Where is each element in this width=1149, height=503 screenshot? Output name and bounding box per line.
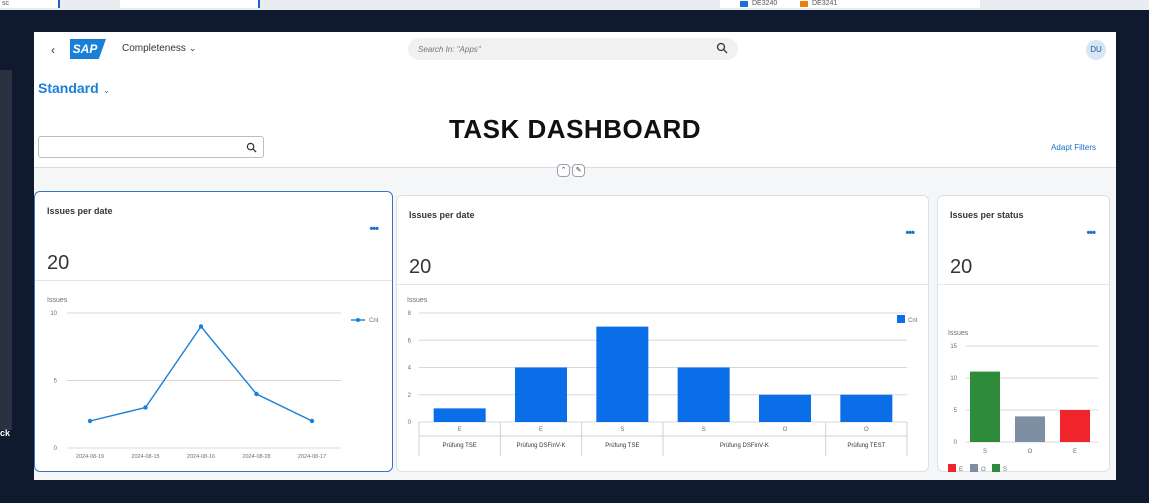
- x-tick-label: O: [783, 427, 788, 433]
- x-tick-label: 2024-08-16: [187, 454, 215, 460]
- axis-label: Issues: [948, 330, 969, 337]
- bar: [840, 394, 893, 422]
- bar: [759, 394, 811, 422]
- legend-label: Cnt: [908, 318, 918, 324]
- x-tick-label: O: [1028, 449, 1033, 455]
- pin-header-button[interactable]: ✎: [572, 164, 585, 177]
- group-label: Prüfung TSE: [443, 443, 477, 449]
- y-tick-label: 2: [408, 393, 412, 399]
- legend-label: S: [1003, 467, 1007, 473]
- x-tick-label: 2024-08-17: [298, 454, 326, 460]
- background-text: ck: [0, 428, 11, 438]
- bar: [1015, 416, 1045, 442]
- data-point: [87, 418, 93, 424]
- legend-swatch: [800, 1, 808, 7]
- data-point: [254, 391, 259, 397]
- background-legend-label: DE3240: [752, 0, 778, 7]
- line-chart: Issues 0 5 10 2024-08-19 2024-08-15 2024-08-16…: [47, 297, 379, 460]
- collapse-header-button[interactable]: ⌃: [557, 164, 570, 177]
- card-issues-per-date-bar[interactable]: Issues per date ••• 20 Issues 0 2 4 6 8 E E S S O O…: [396, 195, 929, 472]
- legend-label: O: [981, 467, 986, 473]
- legend-swatch: [740, 1, 748, 7]
- x-tick-label: E: [458, 427, 462, 433]
- data-point: [143, 405, 148, 410]
- app-title-menu[interactable]: Completeness ⌄: [122, 43, 196, 54]
- group-label: Prüfung DSFinV-K: [516, 443, 565, 449]
- x-tick-label: E: [1073, 449, 1077, 455]
- background-text: sc: [2, 0, 9, 7]
- legend-swatch: [948, 464, 956, 472]
- legend-swatch: [897, 315, 905, 323]
- x-tick-label: O: [864, 427, 869, 433]
- legend-label: E: [959, 467, 963, 473]
- variant-selector[interactable]: Standard ⌄: [38, 80, 110, 96]
- card-issues-per-date-line[interactable]: Issues per date ••• 20 Issues 0 5 10 2024-08…: [34, 191, 393, 472]
- search-icon[interactable]: [246, 142, 257, 153]
- app-title: Completeness: [122, 43, 186, 54]
- x-tick-label: S: [620, 427, 624, 433]
- bar: [1060, 410, 1090, 442]
- filter-search-field[interactable]: [38, 136, 264, 158]
- y-tick-label: 5: [954, 408, 958, 414]
- search-input[interactable]: [418, 41, 708, 57]
- bar: [970, 371, 1000, 442]
- legend-swatch: [970, 464, 978, 472]
- bar: [433, 408, 486, 422]
- background-panel: sc: [0, 0, 60, 8]
- x-tick-label: 2024-08-15: [131, 454, 159, 460]
- group-label: Prüfung DSFinV-K: [720, 443, 769, 449]
- series-line: [89, 325, 313, 422]
- card-issues-per-status[interactable]: Issues per status ••• 20 Issues 0 5 10 15 S O E…: [937, 195, 1110, 473]
- avatar[interactable]: DU: [1086, 40, 1106, 60]
- background-legend-label: DE3241: [812, 0, 838, 7]
- status-bar-chart: Issues 0 5 10 15 S O E E O S: [948, 330, 1098, 473]
- y-tick-label: 8: [408, 311, 412, 317]
- y-tick-label: 10: [50, 311, 57, 317]
- background-window-strip: sc DE3240 DE3241: [0, 0, 1149, 10]
- search-icon[interactable]: [716, 42, 728, 54]
- data-point: [309, 418, 315, 424]
- y-tick-label: 6: [408, 338, 412, 344]
- bar: [515, 367, 567, 422]
- y-tick-label: 0: [54, 446, 58, 452]
- data-point: [198, 324, 204, 329]
- axis-label: Issues: [407, 297, 428, 304]
- page-header: Standard ⌄ TASK DASHBOARD Adapt Filters: [34, 68, 1116, 168]
- bar: [596, 326, 649, 422]
- group-label: Prüfung TSE: [605, 443, 639, 449]
- y-tick-label: 0: [954, 440, 958, 446]
- shell-bar: ‹ SAP Completeness⌄ DU: [34, 32, 1116, 68]
- chevron-down-icon: ⌄: [188, 43, 197, 53]
- background-panel: [120, 0, 260, 8]
- x-tick-label: 2024-08-28: [242, 454, 270, 460]
- y-tick-label: 10: [950, 376, 957, 382]
- back-button[interactable]: ‹: [46, 43, 60, 57]
- chevron-down-icon: ⌄: [102, 85, 111, 95]
- bar: [677, 367, 730, 422]
- bar-chart: Issues 0 2 4 6 8 E E S S O O Prüfung TSE Prüfung DSFi…: [407, 297, 918, 456]
- x-tick-label: 2024-08-19: [76, 454, 104, 460]
- legend-marker: [356, 318, 360, 322]
- background-panel: DE3240 DE3241: [720, 0, 980, 8]
- y-tick-label: 4: [408, 366, 412, 372]
- shell-search[interactable]: [408, 38, 738, 60]
- variant-name: Standard: [38, 80, 99, 96]
- y-tick-label: 5: [54, 379, 58, 385]
- legend-swatch: [992, 464, 1000, 472]
- sap-logo[interactable]: SAP: [70, 39, 106, 59]
- adapt-filters-link[interactable]: Adapt Filters: [1051, 143, 1096, 152]
- legend-label: Cnt: [369, 318, 379, 324]
- axis-label: Issues: [47, 297, 68, 304]
- x-tick-label: S: [702, 427, 706, 433]
- app-window: ‹ SAP Completeness⌄ DU Standard⌄ TASK DA…: [34, 32, 1116, 480]
- header-toggle-group: ⌃ ✎: [557, 164, 585, 178]
- y-tick-label: 0: [408, 420, 412, 426]
- x-tick-label: S: [983, 449, 987, 455]
- y-tick-label: 15: [950, 344, 957, 350]
- x-tick-label: E: [539, 427, 543, 433]
- group-label: Prüfung TEST: [847, 443, 885, 449]
- background-left-panel: ck: [0, 70, 12, 438]
